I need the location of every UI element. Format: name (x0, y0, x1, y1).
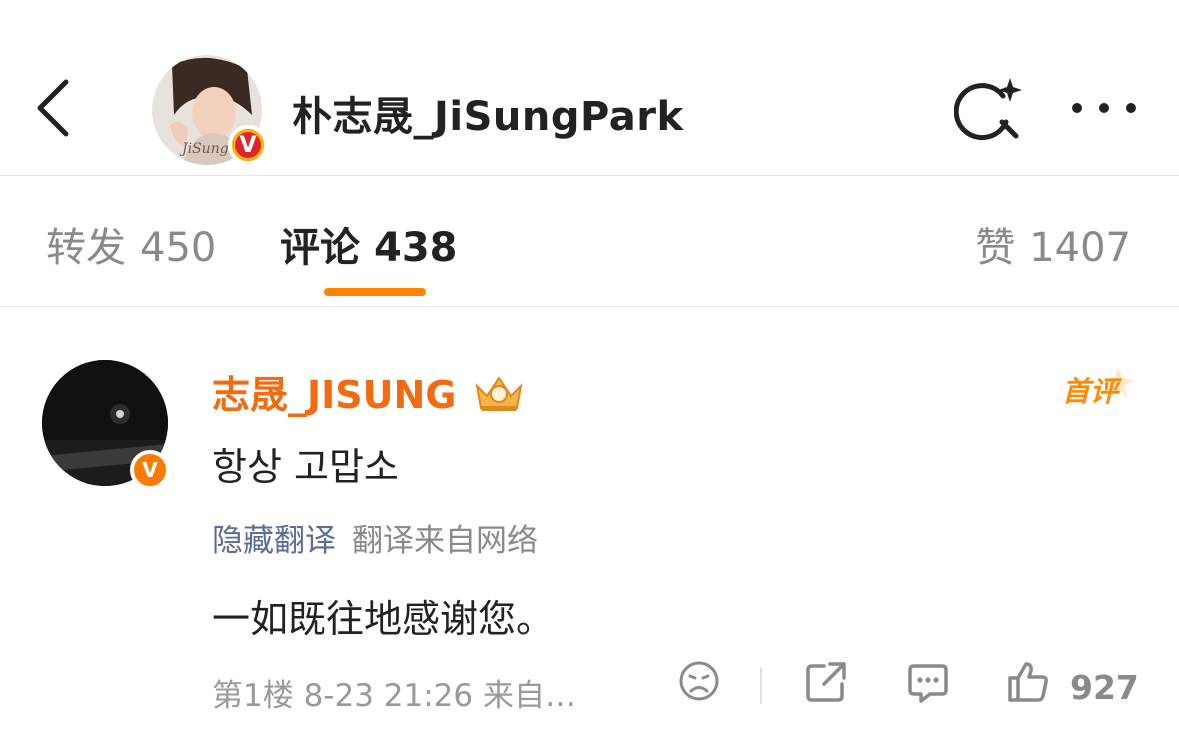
share-icon[interactable] (804, 660, 848, 704)
commenter-name[interactable]: 志晟_JISUNG (212, 364, 457, 419)
post-tabs: 转发 450 评论 438 赞 1407 (0, 177, 1179, 307)
page-title: 朴志晟_JiSungPark (292, 94, 684, 140)
commenter-avatar[interactable]: V (42, 360, 170, 490)
more-dots-icon[interactable] (1068, 90, 1140, 126)
tab-comments[interactable]: 评论 438 (280, 215, 458, 273)
hide-translation-link[interactable]: 隐藏翻译 (212, 515, 336, 560)
comment-text: 항상 고맙소 (212, 445, 399, 489)
translation-text: 一如既往地感谢您。 (212, 597, 555, 641)
verified-badge-icon: V (228, 125, 268, 165)
first-comment-badge: 首评 (1058, 364, 1142, 414)
super-search-icon[interactable] (953, 76, 1024, 142)
action-divider (760, 668, 762, 704)
tab-likes[interactable]: 赞 1407 (975, 215, 1131, 273)
reply-comment-icon[interactable] (906, 660, 950, 704)
svg-text:JiSung: JiSung (179, 141, 229, 157)
author-avatar[interactable]: JiSung V (152, 55, 268, 165)
translation-source: 翻译来自网络 (352, 523, 538, 559)
post-header: JiSung V 朴志晟_JiSungPark (0, 0, 1179, 176)
back-arrow-icon[interactable] (30, 76, 80, 140)
crown-fan-badge-icon[interactable] (471, 370, 527, 414)
translation-row: 隐藏翻译 翻译来自网络 (212, 515, 538, 560)
commenter-name-row: 志晟_JISUNG (212, 364, 527, 419)
comment-item: V 志晟_JISUNG 首评 항상 고맙소 隐藏翻译 翻译来自网络 一如既往地感… (0, 308, 1179, 750)
like-count: 927 (1070, 668, 1139, 707)
comment-meta: 第1楼 8-23 21:26 来自… (212, 678, 576, 714)
dislike-face-icon[interactable] (678, 660, 720, 702)
tab-repost[interactable]: 转发 450 (46, 215, 216, 273)
verified-badge-icon: V (130, 450, 170, 490)
thumbs-up-icon[interactable] (1006, 660, 1050, 704)
active-tab-indicator (324, 288, 426, 296)
